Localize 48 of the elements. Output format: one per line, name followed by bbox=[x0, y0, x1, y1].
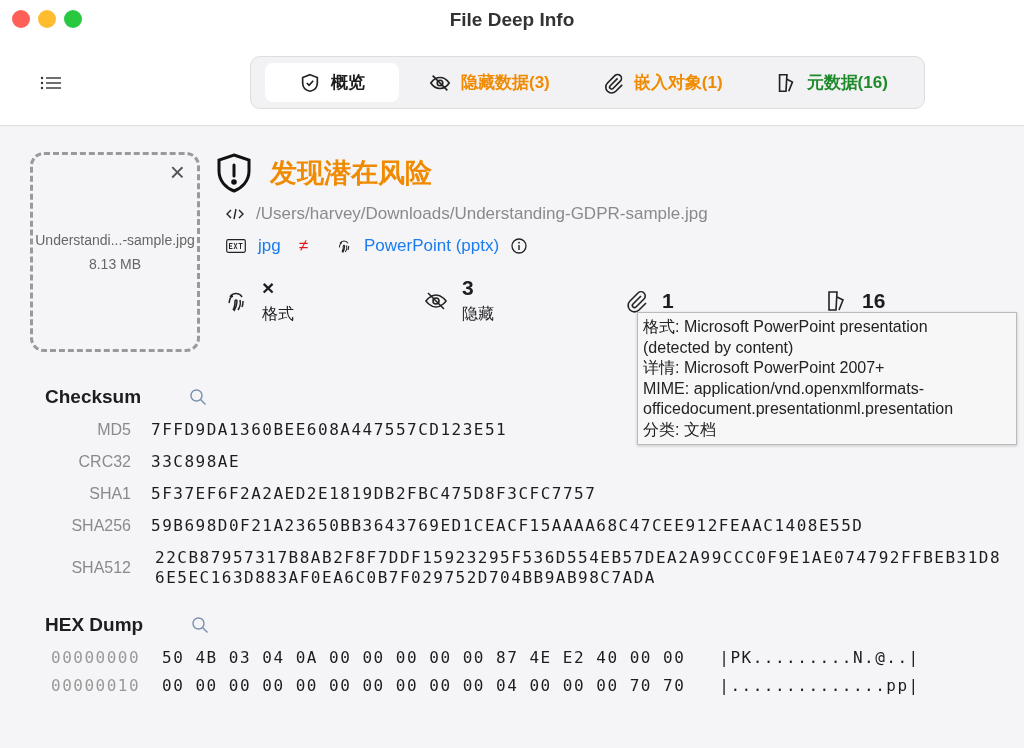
hex-bytes: 50 4B 03 04 0A 00 00 00 00 00 87 4E E2 40 00 00 bbox=[162, 648, 686, 667]
close-button[interactable]: × bbox=[165, 159, 189, 185]
hex-offset: 00000000 bbox=[51, 648, 141, 667]
code-icon bbox=[226, 207, 244, 221]
file-name: Understandi...-sample.jpg bbox=[35, 232, 195, 248]
list-icon[interactable] bbox=[40, 74, 62, 91]
close-window-button[interactable] bbox=[12, 10, 30, 28]
file-size: 8.13 MB bbox=[88, 256, 142, 272]
shield-check-icon bbox=[299, 71, 321, 94]
stat-value: × bbox=[262, 276, 276, 300]
tab[interactable]: 元数据(16) bbox=[750, 63, 910, 102]
hash-value: 59B698D0F21A23650BB3643769ED1CEACF15AAAA68C47CEE912FEAAC1408E55D bbox=[151, 516, 864, 536]
hash-name: MD5 bbox=[96, 421, 131, 439]
hash-value: 22CB87957317B8AB2F8F7DDF15923295F536D554EB57DEA2A99CCC0F9E1AE074792FFBEB31D8 6E5EC163D883AF0EA6C0B7F029752D704BB9AB98C7ADA bbox=[155, 548, 1002, 588]
info-icon[interactable] bbox=[511, 238, 528, 254]
section-title: Checksum bbox=[45, 386, 142, 408]
window-title: File Deep Info bbox=[449, 9, 575, 31]
detected-format-text: PowerPoint (pptx) bbox=[364, 236, 500, 256]
hash-value: 7FFD9DA1360BEE608A447557CD123E51 bbox=[151, 420, 508, 440]
paperclip-icon bbox=[624, 288, 648, 313]
hex-ascii: |..............pp| bbox=[719, 676, 920, 695]
hash-name: SHA1 bbox=[88, 485, 131, 503]
minimize-window-button[interactable] bbox=[38, 10, 56, 28]
hash-value: 33C898AE bbox=[151, 452, 241, 472]
section-title: HEX Dump bbox=[45, 614, 144, 636]
hash-value: 5F37EF6F2A2AED2E1819DB2FBC475D8F3CFC7757 bbox=[151, 484, 597, 504]
hex-offset: 00000010 bbox=[51, 676, 141, 695]
tab[interactable]: 概览 bbox=[265, 63, 399, 102]
hex-ascii: |PK.........N.@..| bbox=[719, 648, 920, 667]
tooltip: 格式: Microsoft PowerPoint presentation (detected by content) 详情: Microsoft PowerPoint 2007+ MIME: application/vnd.openxmlformats- officedocument.presentationml.presentation 分类: 文档 bbox=[637, 312, 1017, 445]
stat-label: 隐藏 bbox=[462, 304, 494, 324]
hash-name: SHA512 bbox=[70, 559, 131, 577]
search-icon[interactable] bbox=[189, 388, 208, 406]
hash-name: CRC32 bbox=[77, 453, 131, 471]
risk-title: 发现潜在风险 bbox=[270, 157, 432, 190]
zoom-window-button[interactable] bbox=[64, 10, 82, 28]
hex-bytes: 00 00 00 00 00 00 00 00 00 00 04 00 00 00 70 70 bbox=[162, 676, 686, 695]
file-drop-card[interactable]: × Understandi...-sample.jpg 8.13 MB bbox=[30, 152, 200, 352]
hash-name: SHA256 bbox=[70, 517, 131, 535]
extension-text: jpg bbox=[258, 236, 281, 256]
ext-icon bbox=[226, 239, 246, 253]
search-icon[interactable] bbox=[191, 616, 210, 634]
stat-value: 16 bbox=[862, 288, 886, 313]
stat-value: 1 bbox=[662, 288, 674, 313]
stat-value: 3 bbox=[462, 276, 475, 300]
not-equal-sign: ≠ bbox=[298, 236, 309, 256]
stat-label: 格式 bbox=[262, 304, 294, 324]
file-path: /Users/harvey/Downloads/Understanding-GDPR-sample.jpg bbox=[256, 204, 708, 224]
